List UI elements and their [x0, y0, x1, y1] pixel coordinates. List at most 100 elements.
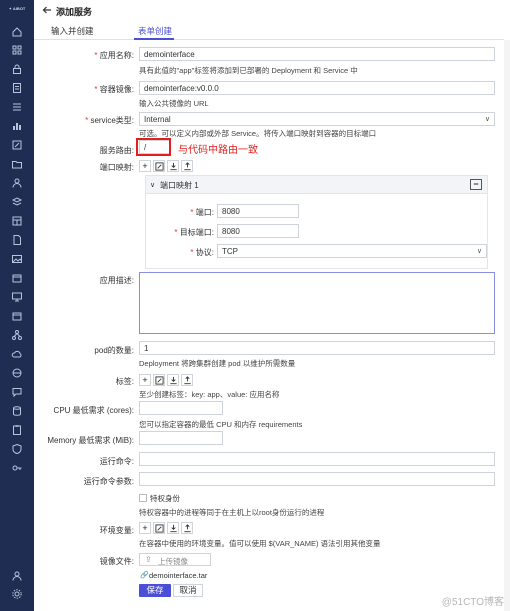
tab-bar: 输入并创建 表单创建 — [34, 22, 504, 40]
chevron-down-icon: ∨ — [476, 248, 482, 255]
message-icon[interactable] — [11, 386, 23, 398]
save-button[interactable]: 保存 — [139, 584, 171, 597]
sidebar: ✦ AIBOT — [0, 0, 34, 611]
layers-icon[interactable] — [11, 196, 23, 208]
app-name-hint: 具有此值的"app"标签将添加到已部署的 Deployment 和 Servic… — [139, 66, 358, 75]
upload-env-icon[interactable] — [181, 522, 193, 534]
memory-label: Memory 最低需求 (MiB): — [47, 436, 134, 445]
chevron-down-icon: ∨ — [484, 116, 490, 123]
pods-label: pod的数量: — [94, 346, 134, 355]
image-input[interactable]: demointerface:v0.0.0 — [139, 81, 495, 95]
edit-env-icon[interactable] — [153, 522, 165, 534]
document-icon[interactable] — [11, 82, 23, 94]
settings-icon[interactable] — [11, 588, 23, 600]
chart-icon[interactable] — [11, 120, 23, 132]
protocol-select[interactable]: TCP ∨ — [217, 244, 487, 258]
upload-icon[interactable] — [181, 160, 193, 172]
edit-icon[interactable] — [11, 139, 23, 151]
scrollbar[interactable] — [504, 40, 510, 611]
privileged-hint: 特权容器中的进程等同于在主机上以root身份运行的进程 — [139, 508, 325, 517]
image-label: * 容器镜像: — [94, 85, 134, 94]
route-annotation: 与代码中路由一致 — [178, 145, 258, 156]
watermark: @51CTO博客 — [441, 597, 504, 608]
privileged-label: 特权身份 — [150, 494, 180, 503]
port-input[interactable]: 8080 — [217, 204, 299, 218]
port-label: * 端口: — [190, 208, 214, 217]
port-map-panel-title: 端口映射 1 — [160, 181, 199, 190]
env-label: 环境变量: — [99, 526, 134, 535]
globe-icon[interactable] — [11, 367, 23, 379]
edit-tag-icon[interactable] — [153, 374, 165, 386]
upload-image-label: 上传镜像 — [158, 557, 188, 566]
app-name-input[interactable]: demointerface — [139, 47, 495, 61]
route-label: 服务路由: — [99, 146, 134, 155]
logo: ✦ AIBOT — [8, 6, 26, 11]
page-title: 添加服务 — [56, 7, 93, 17]
tags-hint: 至少创建标签：key: app、value: 应用名称 — [139, 390, 280, 399]
file-icon[interactable] — [11, 234, 23, 246]
run-args-input[interactable] — [139, 472, 495, 486]
port-map-label: 端口映射: — [99, 163, 134, 172]
route-highlight-box — [136, 138, 171, 156]
folder-icon[interactable] — [11, 158, 23, 170]
service-type-label: * service类型: — [85, 116, 134, 125]
pods-hint: Deployment 将跨集群创建 pod 以维护所需数量 — [139, 359, 296, 368]
shield-icon[interactable] — [11, 443, 23, 455]
run-cmd-input[interactable] — [139, 452, 495, 466]
lock-icon[interactable] — [11, 63, 23, 75]
database-icon[interactable] — [11, 405, 23, 417]
cpu-hint: 您可以指定容器的最低 CPU 和内存 requirements — [139, 420, 303, 429]
monitor-icon[interactable] — [11, 291, 23, 303]
pods-input[interactable]: 1 — [139, 341, 495, 355]
user-icon[interactable] — [11, 177, 23, 189]
grid-icon[interactable] — [11, 44, 23, 56]
protocol-label: * 协议: — [190, 248, 214, 257]
image-file-name[interactable]: demointerface.tar — [149, 571, 207, 580]
target-port-label: * 目标端口: — [174, 228, 214, 237]
target-port-input[interactable]: 8080 — [217, 224, 299, 238]
run-cmd-label: 运行命令: — [99, 457, 134, 466]
clipboard-icon[interactable] — [11, 424, 23, 436]
image-hint: 输入公共镜像的 URL — [139, 99, 209, 108]
page-header: 添加服务 — [34, 0, 510, 20]
add-tag-icon[interactable]: + — [139, 374, 151, 386]
upload-icon: ⇪ — [145, 555, 152, 564]
tab-input-create[interactable]: 输入并创建 — [51, 25, 94, 37]
box-icon[interactable] — [11, 272, 23, 284]
download-tag-icon[interactable] — [167, 374, 179, 386]
account-icon[interactable] — [11, 570, 23, 582]
home-icon[interactable] — [11, 26, 23, 38]
back-arrow-icon[interactable] — [41, 4, 53, 16]
upload-tag-icon[interactable] — [181, 374, 193, 386]
cpu-input[interactable] — [139, 401, 223, 415]
image-file-label: 镜像文件: — [99, 557, 134, 566]
add-icon[interactable]: + — [139, 160, 151, 172]
tab-form-create[interactable]: 表单创建 — [138, 25, 172, 37]
cpu-label: CPU 最低需求 (cores): — [53, 406, 134, 415]
network-icon[interactable] — [11, 329, 23, 341]
env-hint: 在容器中使用的环境变量。值可以使用 $(VAR_NAME) 语法引用其他变量 — [139, 539, 381, 548]
download-icon[interactable] — [167, 160, 179, 172]
run-args-label: 运行命令参数: — [83, 477, 134, 486]
collapse-icon[interactable]: − — [470, 179, 482, 190]
calendar-icon[interactable] — [11, 310, 23, 322]
table-icon[interactable] — [11, 215, 23, 227]
cancel-button[interactable]: 取消 — [173, 584, 203, 597]
memory-input[interactable] — [139, 431, 223, 445]
add-env-icon[interactable]: + — [139, 522, 151, 534]
privileged-checkbox[interactable] — [139, 494, 147, 502]
image-icon[interactable] — [11, 253, 23, 265]
upload-image-button[interactable]: ⇪ 上传镜像 — [139, 553, 211, 566]
service-type-hint: 可选。可以定义内部或外部 Service。将传入端口映射到容器的目标端口 — [139, 129, 377, 138]
edit-icon[interactable] — [153, 160, 165, 172]
download-env-icon[interactable] — [167, 522, 179, 534]
service-type-select[interactable]: Internal ∨ — [139, 112, 495, 126]
description-label: 应用描述: — [99, 276, 134, 285]
chevron-down-icon[interactable]: ∨ — [150, 181, 155, 189]
tags-label: 标签: — [115, 377, 134, 386]
port-map-panel-header[interactable]: ∨ 端口映射 1 − — [146, 176, 487, 194]
description-textarea[interactable] — [139, 272, 495, 334]
list-icon[interactable] — [11, 101, 23, 113]
key-icon[interactable] — [11, 462, 23, 474]
cloud-icon[interactable] — [11, 348, 23, 360]
